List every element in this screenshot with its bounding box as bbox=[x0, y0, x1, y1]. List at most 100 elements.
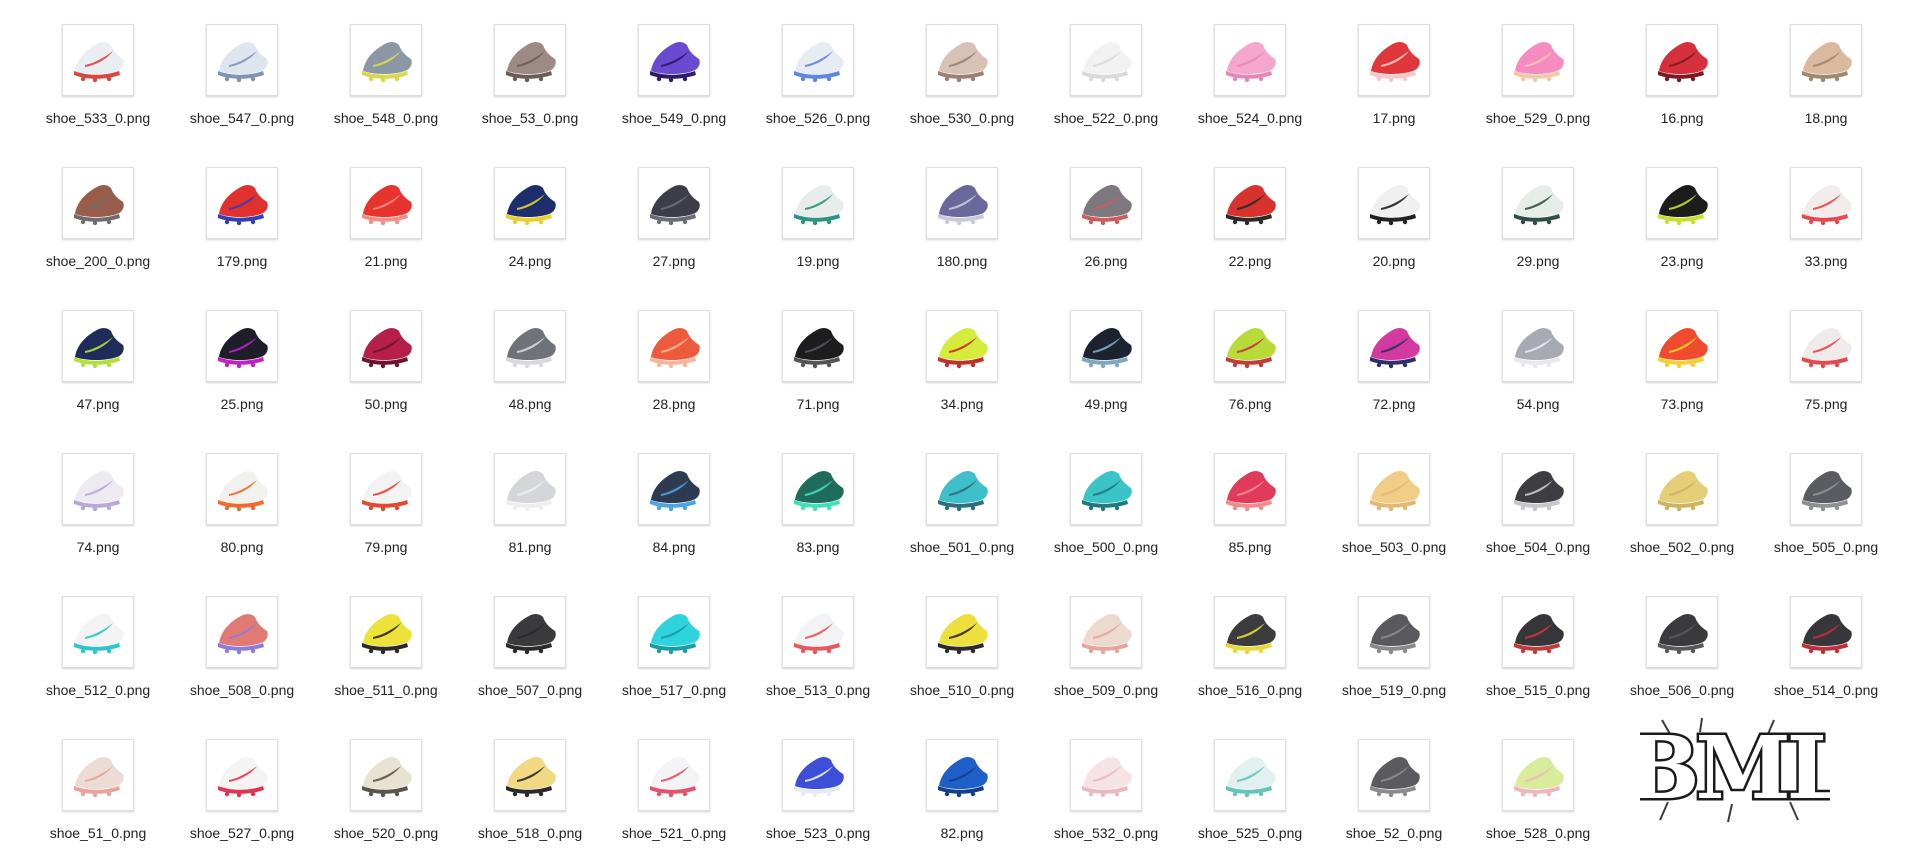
file-item[interactable]: shoe_520_0.png bbox=[314, 715, 458, 858]
file-item[interactable]: shoe_516_0.png bbox=[1178, 572, 1322, 715]
file-item[interactable]: 28.png bbox=[602, 286, 746, 429]
file-thumbnail[interactable] bbox=[494, 24, 566, 96]
file-thumbnail[interactable] bbox=[926, 739, 998, 811]
file-thumbnail[interactable] bbox=[494, 739, 566, 811]
file-item[interactable]: 76.png bbox=[1178, 286, 1322, 429]
file-thumbnail[interactable] bbox=[1070, 310, 1142, 382]
file-item[interactable]: shoe_515_0.png bbox=[1466, 572, 1610, 715]
file-thumbnail[interactable] bbox=[638, 24, 710, 96]
file-thumbnail[interactable] bbox=[1790, 310, 1862, 382]
file-item[interactable]: 47.png bbox=[26, 286, 170, 429]
file-thumbnail[interactable] bbox=[926, 310, 998, 382]
file-item[interactable]: 73.png bbox=[1610, 286, 1754, 429]
file-thumbnail[interactable] bbox=[1214, 453, 1286, 525]
file-thumbnail[interactable] bbox=[1070, 24, 1142, 96]
file-item[interactable]: shoe_502_0.png bbox=[1610, 429, 1754, 572]
file-item[interactable]: 27.png bbox=[602, 143, 746, 286]
file-thumbnail[interactable] bbox=[1502, 310, 1574, 382]
file-item[interactable]: 54.png bbox=[1466, 286, 1610, 429]
file-item[interactable]: shoe_500_0.png bbox=[1034, 429, 1178, 572]
file-item[interactable]: 17.png bbox=[1322, 0, 1466, 143]
file-item[interactable]: shoe_510_0.png bbox=[890, 572, 1034, 715]
file-item[interactable]: shoe_532_0.png bbox=[1034, 715, 1178, 858]
file-item[interactable]: 25.png bbox=[170, 286, 314, 429]
file-item[interactable]: 74.png bbox=[26, 429, 170, 572]
file-thumbnail[interactable] bbox=[1070, 453, 1142, 525]
file-thumbnail[interactable] bbox=[926, 596, 998, 668]
file-item[interactable]: shoe_528_0.png bbox=[1466, 715, 1610, 858]
file-thumbnail[interactable] bbox=[62, 167, 134, 239]
file-item[interactable]: shoe_547_0.png bbox=[170, 0, 314, 143]
file-thumbnail[interactable] bbox=[1358, 453, 1430, 525]
file-thumbnail[interactable] bbox=[494, 310, 566, 382]
file-item[interactable]: shoe_509_0.png bbox=[1034, 572, 1178, 715]
file-item[interactable]: shoe_518_0.png bbox=[458, 715, 602, 858]
file-item[interactable]: 81.png bbox=[458, 429, 602, 572]
file-thumbnail[interactable] bbox=[1214, 739, 1286, 811]
file-item[interactable]: shoe_530_0.png bbox=[890, 0, 1034, 143]
file-thumbnail[interactable] bbox=[350, 739, 422, 811]
file-item[interactable]: 75.png bbox=[1754, 286, 1898, 429]
file-thumbnail[interactable] bbox=[638, 596, 710, 668]
file-thumbnail[interactable] bbox=[782, 596, 854, 668]
file-item[interactable]: shoe_506_0.png bbox=[1610, 572, 1754, 715]
file-item[interactable]: shoe_527_0.png bbox=[170, 715, 314, 858]
file-item[interactable]: shoe_511_0.png bbox=[314, 572, 458, 715]
file-item[interactable]: 83.png bbox=[746, 429, 890, 572]
file-thumbnail[interactable] bbox=[62, 596, 134, 668]
file-thumbnail[interactable] bbox=[350, 310, 422, 382]
file-item[interactable]: shoe_524_0.png bbox=[1178, 0, 1322, 143]
file-item[interactable]: 20.png bbox=[1322, 143, 1466, 286]
file-item[interactable]: shoe_53_0.png bbox=[458, 0, 602, 143]
file-item[interactable]: shoe_519_0.png bbox=[1322, 572, 1466, 715]
file-thumbnail[interactable] bbox=[1214, 167, 1286, 239]
file-thumbnail[interactable] bbox=[638, 453, 710, 525]
file-item[interactable]: shoe_525_0.png bbox=[1178, 715, 1322, 858]
file-thumbnail[interactable] bbox=[926, 24, 998, 96]
file-thumbnail[interactable] bbox=[1502, 24, 1574, 96]
file-thumbnail[interactable] bbox=[206, 596, 278, 668]
file-thumbnail[interactable] bbox=[782, 739, 854, 811]
file-thumbnail[interactable] bbox=[350, 167, 422, 239]
file-thumbnail[interactable] bbox=[1646, 453, 1718, 525]
file-item[interactable]: 16.png bbox=[1610, 0, 1754, 143]
file-thumbnail[interactable] bbox=[638, 310, 710, 382]
file-thumbnail[interactable] bbox=[206, 453, 278, 525]
file-thumbnail[interactable] bbox=[1502, 453, 1574, 525]
file-thumbnail[interactable] bbox=[62, 453, 134, 525]
file-thumbnail[interactable] bbox=[62, 310, 134, 382]
file-item[interactable]: 72.png bbox=[1322, 286, 1466, 429]
file-thumbnail[interactable] bbox=[1646, 24, 1718, 96]
file-item[interactable]: 82.png bbox=[890, 715, 1034, 858]
file-item[interactable]: 84.png bbox=[602, 429, 746, 572]
file-thumbnail[interactable] bbox=[206, 167, 278, 239]
file-thumbnail[interactable] bbox=[1358, 310, 1430, 382]
file-item[interactable]: shoe_523_0.png bbox=[746, 715, 890, 858]
file-item[interactable]: 49.png bbox=[1034, 286, 1178, 429]
file-item[interactable]: shoe_548_0.png bbox=[314, 0, 458, 143]
file-thumbnail[interactable] bbox=[638, 167, 710, 239]
file-item[interactable]: shoe_512_0.png bbox=[26, 572, 170, 715]
file-item[interactable]: 34.png bbox=[890, 286, 1034, 429]
file-thumbnail[interactable] bbox=[1502, 596, 1574, 668]
file-item[interactable]: shoe_501_0.png bbox=[890, 429, 1034, 572]
file-thumbnail[interactable] bbox=[782, 24, 854, 96]
file-thumbnail[interactable] bbox=[1790, 453, 1862, 525]
file-thumbnail[interactable] bbox=[1070, 596, 1142, 668]
file-thumbnail[interactable] bbox=[1502, 739, 1574, 811]
file-thumbnail[interactable] bbox=[1358, 596, 1430, 668]
file-thumbnail[interactable] bbox=[926, 167, 998, 239]
file-thumbnail[interactable] bbox=[206, 739, 278, 811]
file-thumbnail[interactable] bbox=[1358, 739, 1430, 811]
file-thumbnail[interactable] bbox=[1646, 167, 1718, 239]
file-thumbnail[interactable] bbox=[62, 739, 134, 811]
file-item[interactable]: shoe_508_0.png bbox=[170, 572, 314, 715]
file-thumbnail[interactable] bbox=[1790, 596, 1862, 668]
file-thumbnail[interactable] bbox=[62, 24, 134, 96]
file-item[interactable]: shoe_513_0.png bbox=[746, 572, 890, 715]
file-thumbnail[interactable] bbox=[1502, 167, 1574, 239]
file-item[interactable]: 24.png bbox=[458, 143, 602, 286]
file-item[interactable]: shoe_505_0.png bbox=[1754, 429, 1898, 572]
file-item[interactable]: shoe_52_0.png bbox=[1322, 715, 1466, 858]
file-item[interactable]: shoe_526_0.png bbox=[746, 0, 890, 143]
